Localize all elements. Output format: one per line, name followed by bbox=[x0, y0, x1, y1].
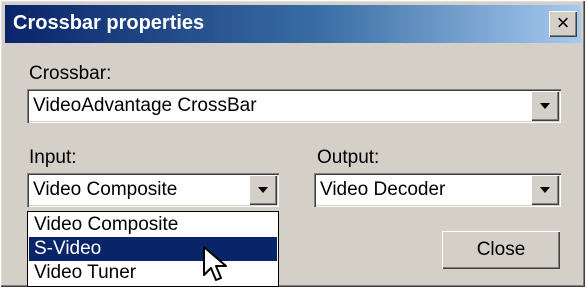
input-select[interactable]: Video Composite bbox=[27, 173, 279, 207]
mouse-pointer-icon bbox=[203, 246, 227, 281]
output-select[interactable]: Video Decoder bbox=[314, 173, 561, 207]
input-label: Input: bbox=[29, 147, 77, 168]
chevron-down-icon[interactable] bbox=[531, 91, 559, 121]
close-button[interactable]: Close bbox=[442, 231, 560, 269]
output-label: Output: bbox=[317, 147, 380, 168]
crossbar-label: Crossbar: bbox=[29, 63, 112, 84]
input-option-video-composite[interactable]: Video Composite bbox=[29, 213, 277, 237]
close-icon[interactable]: × bbox=[549, 11, 577, 37]
chevron-down-icon[interactable] bbox=[531, 175, 559, 205]
input-option-video-tuner[interactable]: Video Tuner bbox=[29, 261, 277, 285]
title-bar[interactable]: Crossbar properties × bbox=[5, 5, 581, 43]
input-dropdown-list: Video Composite S-Video Video Tuner bbox=[27, 211, 279, 287]
input-select-value: Video Composite bbox=[33, 179, 178, 200]
window-title: Crossbar properties bbox=[13, 12, 205, 34]
crossbar-select[interactable]: VideoAdvantage CrossBar bbox=[27, 89, 561, 123]
crossbar-select-value: VideoAdvantage CrossBar bbox=[33, 95, 257, 116]
output-select-value: Video Decoder bbox=[320, 179, 446, 200]
crossbar-properties-dialog: Crossbar properties × Crossbar: VideoAdv… bbox=[0, 0, 586, 288]
input-option-s-video[interactable]: S-Video bbox=[29, 237, 277, 261]
chevron-down-icon[interactable] bbox=[249, 175, 277, 205]
